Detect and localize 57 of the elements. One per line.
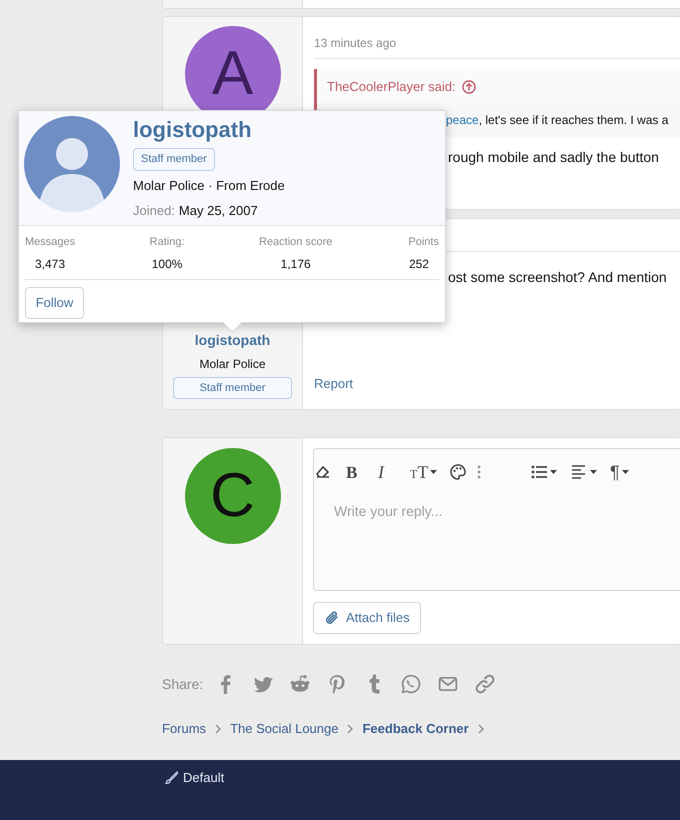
palette-icon [449, 463, 467, 481]
breadcrumb-link[interactable]: Feedback Corner [362, 719, 469, 739]
member-title: Molar Police · From Erode [133, 176, 285, 194]
reply-placeholder: Write your reply... [334, 502, 444, 521]
arrow-up-icon [462, 80, 476, 94]
caret-icon [550, 470, 557, 474]
brush-icon [165, 771, 178, 784]
chat-bubble-icon[interactable] [401, 674, 422, 694]
stat-value: 252 [408, 256, 430, 272]
breadcrumb-link[interactable]: Forums [162, 719, 206, 739]
username-link[interactable]: logistopath [194, 330, 270, 350]
link-icon[interactable] [475, 674, 496, 694]
envelope-icon[interactable] [438, 674, 458, 694]
user-title: Molar Police [199, 356, 266, 372]
toolbar-italic-button[interactable]: I [378, 461, 384, 483]
more-icon [477, 465, 481, 479]
reply-editor[interactable]: B I TT ¶ Write your reply... [313, 448, 680, 591]
post-message: ost some screenshot? And mention [448, 268, 668, 287]
chevron-right-icon [347, 724, 354, 734]
report-link[interactable]: Report [314, 374, 354, 393]
toolbar-size-button[interactable]: TT [410, 461, 438, 483]
list-icon [530, 463, 548, 481]
post-message: rough mobile and sadly the button [448, 148, 660, 167]
post-time: 13 minutes ago [314, 36, 396, 50]
follow-button[interactable]: Follow [25, 286, 84, 318]
staff-badge: Staff member [173, 376, 292, 399]
stat-value: 100% [150, 256, 184, 272]
stat-label: Messages [25, 235, 76, 250]
stat-value: 3,473 [34, 256, 66, 272]
share-label: Share: [162, 674, 204, 694]
toolbar-paragraph-button[interactable]: ¶ [610, 461, 629, 483]
avatar-icon [24, 116, 120, 212]
align-icon [570, 463, 588, 481]
attach-files-button[interactable]: Attach files [313, 602, 421, 634]
toolbar-bold-button[interactable]: B [346, 461, 358, 483]
stat-label: Points [408, 235, 439, 250]
eraser-icon [314, 463, 332, 481]
style-chooser-link[interactable]: Default [165, 768, 224, 788]
paperclip-icon [324, 610, 340, 626]
stat-label: Rating: [150, 235, 184, 250]
stat-label: Reaction score [259, 235, 332, 250]
chevron-right-icon [215, 724, 222, 734]
caret-icon [590, 470, 597, 474]
alien-icon[interactable] [290, 674, 310, 694]
breadcrumb-link[interactable]: The Social Lounge [230, 719, 338, 739]
staff-badge: Staff member [133, 148, 215, 170]
joined-date: May 25, 2007 [178, 202, 258, 220]
joined-label: Joined: [133, 202, 175, 220]
pin-icon[interactable] [327, 674, 348, 694]
bird-icon[interactable] [253, 674, 274, 694]
quote-author[interactable]: TheCoolerPlayer said: [327, 77, 456, 96]
mention-link[interactable]: peace [446, 112, 479, 126]
caret-icon [430, 470, 438, 474]
avatar: C [184, 448, 280, 544]
chevron-right-icon [478, 724, 484, 734]
caret-icon [622, 470, 629, 474]
stat-value: 1,176 [280, 256, 312, 272]
